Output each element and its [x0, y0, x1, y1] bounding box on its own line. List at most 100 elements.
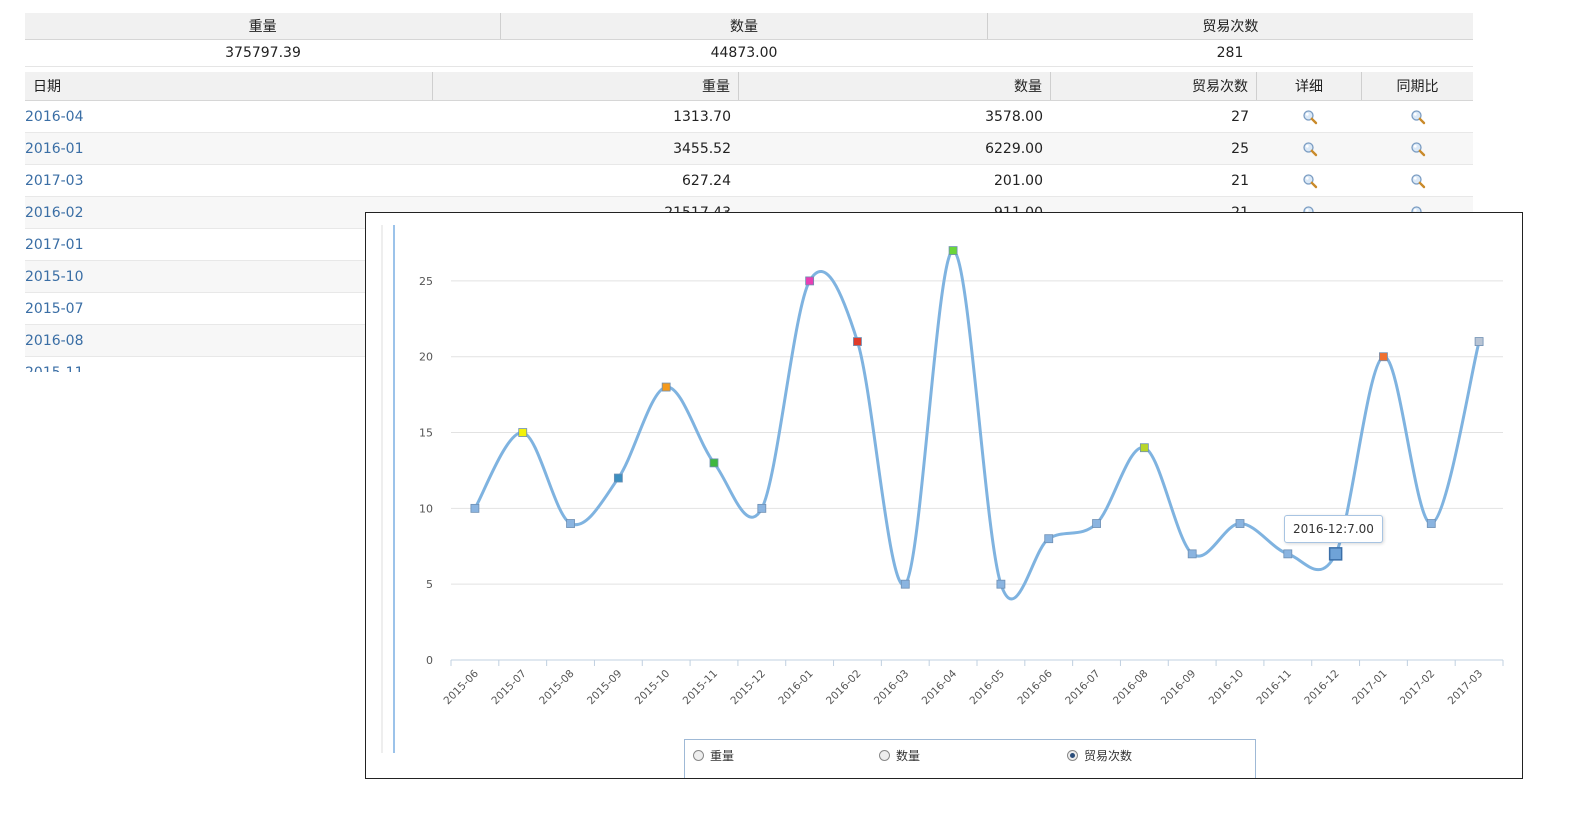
row-detail — [1257, 101, 1362, 132]
x-tick-label: 2016-06 — [1015, 667, 1055, 707]
col-header-trades[interactable]: 贸易次数 — [1051, 72, 1257, 100]
x-tick-label: 2016-08 — [1111, 668, 1151, 708]
summary-value-weight: 375797.39 — [225, 45, 301, 61]
x-tick-label: 2016-12 — [1302, 668, 1342, 708]
x-tick-label: 2016-05 — [968, 668, 1008, 708]
row-detail — [1257, 165, 1362, 196]
date-link[interactable]: 2016-04 — [25, 109, 84, 125]
magnifier-icon[interactable] — [1410, 141, 1426, 157]
summary-value-quantity: 44873.00 — [710, 45, 778, 61]
date-link[interactable]: 2016-08 — [25, 333, 84, 349]
y-tick-label: 0 — [426, 654, 433, 667]
chart-legend: 重量 数量 贸易次数 — [684, 739, 1256, 778]
summary-header-row: 重量 数量 贸易次数 — [25, 13, 1473, 40]
summary-value-trades: 281 — [1216, 45, 1244, 61]
data-point — [1092, 519, 1101, 528]
x-tick-label: 2017-01 — [1350, 668, 1390, 708]
x-tick-label: 2015-07 — [489, 668, 529, 708]
date-link[interactable]: 2015-11 — [25, 365, 84, 373]
summary-header-weight: 重量 — [25, 13, 502, 39]
x-tick-label: 2015-06 — [442, 667, 482, 707]
x-tick-label: 2016-03 — [872, 668, 912, 708]
row-weight: 627.24 — [682, 172, 731, 189]
legend-item-quantity[interactable]: 数量 — [879, 747, 920, 764]
data-point — [948, 246, 958, 255]
radio-quantity[interactable] — [879, 750, 890, 761]
row-trades: 21 — [1231, 172, 1249, 189]
x-tick-label: 2016-02 — [824, 668, 864, 708]
series-line — [473, 249, 1481, 601]
row-quantity: 6229.00 — [985, 140, 1043, 157]
table-row: 2016-01 3455.52 6229.00 25 — [25, 133, 1473, 165]
x-tick-label: 2015-12 — [728, 668, 768, 708]
row-yoy — [1362, 133, 1473, 164]
data-point — [709, 458, 719, 468]
data-point — [661, 382, 671, 392]
row-yoy — [1362, 165, 1473, 196]
x-tick-label: 2017-03 — [1446, 668, 1486, 708]
x-tick-label: 2016-04 — [920, 667, 960, 707]
date-link[interactable]: 2016-01 — [25, 141, 84, 157]
radio-weight[interactable] — [693, 750, 704, 761]
data-point — [1283, 549, 1293, 559]
legend-item-weight[interactable]: 重量 — [693, 747, 734, 764]
data-point — [1044, 534, 1054, 544]
y-tick-label: 10 — [419, 502, 433, 515]
table-row: 2017-03 627.24 201.00 21 — [25, 165, 1473, 197]
y-tick-label: 25 — [419, 275, 433, 288]
col-header-quantity[interactable]: 数量 — [739, 72, 1051, 100]
legend-label-quantity: 数量 — [896, 749, 921, 763]
y-tick-label: 20 — [419, 351, 433, 364]
x-tick-label: 2016-10 — [1207, 668, 1247, 708]
data-point — [613, 473, 623, 483]
x-tick-label: 2017-02 — [1398, 668, 1438, 708]
row-date: 2016-04 — [25, 101, 433, 132]
date-link[interactable]: 2017-01 — [25, 237, 84, 253]
data-point — [853, 337, 862, 346]
data-point — [1474, 337, 1484, 346]
row-quantity: 201.00 — [994, 172, 1043, 189]
data-point — [1426, 519, 1436, 528]
col-header-weight[interactable]: 重量 — [433, 72, 739, 100]
summary-table: 重量 数量 贸易次数 375797.39 44873.00 281 — [25, 13, 1473, 67]
x-tick-label: 2015-11 — [681, 668, 721, 708]
summary-header-trades: 贸易次数 — [1202, 19, 1259, 35]
magnifier-icon[interactable] — [1302, 141, 1318, 157]
x-tick-label: 2015-10 — [633, 668, 673, 708]
row-weight: 3455.52 — [673, 140, 731, 157]
magnifier-icon[interactable] — [1302, 109, 1318, 125]
data-point — [805, 276, 815, 286]
chart-tooltip: 2016-12:7.00 — [1284, 515, 1383, 543]
date-link[interactable]: 2015-07 — [25, 301, 84, 317]
data-point — [1235, 519, 1245, 528]
tooltip-text: 2016-12:7.00 — [1293, 522, 1374, 536]
magnifier-icon[interactable] — [1410, 109, 1426, 125]
col-header-detail: 详细 — [1257, 72, 1362, 100]
data-point — [900, 579, 910, 589]
date-link[interactable]: 2017-03 — [25, 173, 84, 189]
data-point — [1379, 352, 1388, 362]
y-tick-label: 15 — [419, 427, 433, 440]
legend-item-trades[interactable]: 贸易次数 — [1067, 747, 1132, 764]
row-quantity: 3578.00 — [985, 108, 1043, 125]
data-point — [1328, 547, 1343, 561]
radio-trades[interactable] — [1067, 750, 1078, 761]
data-point — [1187, 549, 1197, 559]
row-date: 2016-01 — [25, 133, 433, 164]
x-tick-label: 2016-07 — [1063, 668, 1103, 708]
date-link[interactable]: 2015-10 — [25, 269, 84, 285]
detail-header-row: 日期 重量 数量 贸易次数 详细 同期比 — [25, 72, 1473, 101]
line-chart: 05101520252015-06 2015-07 2015-08 2015-09 20… — [381, 225, 1504, 753]
legend-label-trades: 贸易次数 — [1084, 749, 1133, 763]
data-point — [1139, 443, 1149, 453]
magnifier-icon[interactable] — [1302, 173, 1318, 189]
y-tick-label: 5 — [426, 578, 433, 591]
row-yoy — [1362, 101, 1473, 132]
col-header-date[interactable]: 日期 — [25, 72, 433, 100]
date-link[interactable]: 2016-02 — [25, 205, 84, 221]
data-point — [996, 579, 1006, 589]
row-detail — [1257, 133, 1362, 164]
x-tick-label: 2016-01 — [776, 668, 816, 708]
magnifier-icon[interactable] — [1410, 173, 1426, 189]
chart-popup: 0 5 10 15 20 25 2015-06 2015-07 2015-08 2015-09 20… — [365, 212, 1523, 779]
